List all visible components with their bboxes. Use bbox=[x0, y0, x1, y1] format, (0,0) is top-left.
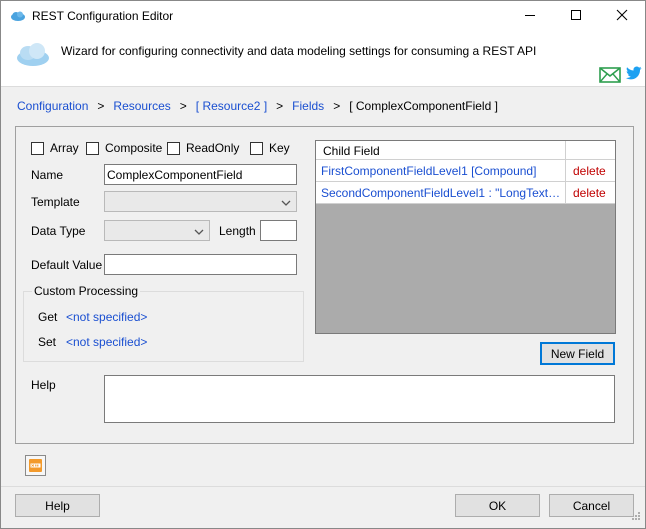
length-input[interactable] bbox=[260, 220, 297, 241]
table-row[interactable]: SecondComponentFieldLevel1 : "LongText" … bbox=[316, 182, 615, 204]
title-bar: REST Configuration Editor bbox=[1, 1, 645, 32]
readonly-checkbox[interactable]: ReadOnly bbox=[167, 141, 239, 155]
breadcrumb-separator: > bbox=[97, 99, 105, 113]
table-row[interactable]: FirstComponentFieldLevel1 [Compound] del… bbox=[316, 160, 615, 182]
footer-divider bbox=[1, 486, 645, 487]
delete-link[interactable]: delete bbox=[573, 164, 606, 178]
mail-icon[interactable] bbox=[599, 67, 621, 86]
close-icon bbox=[616, 9, 628, 24]
resize-grip-icon[interactable] bbox=[631, 510, 641, 524]
cloud-logo-icon bbox=[15, 40, 51, 71]
key-label: Key bbox=[269, 141, 290, 155]
column-divider bbox=[565, 141, 566, 160]
close-button[interactable] bbox=[599, 1, 645, 32]
set-link[interactable]: <not specified> bbox=[66, 335, 147, 349]
array-checkbox[interactable]: Array bbox=[31, 141, 79, 155]
data-type-label: Data Type bbox=[31, 224, 86, 238]
breadcrumb-fields[interactable]: Fields bbox=[292, 99, 324, 113]
breadcrumb-separator: > bbox=[179, 99, 187, 113]
grid-header: Child Field bbox=[316, 141, 615, 160]
name-label: Name bbox=[31, 168, 64, 182]
dialog-window: REST Configuration Editor Wizard for con… bbox=[0, 0, 646, 529]
key-checkbox[interactable]: Key bbox=[250, 141, 290, 155]
child-field-link[interactable]: SecondComponentFieldLevel1 : "LongText" … bbox=[321, 186, 561, 200]
chevron-down-icon bbox=[194, 226, 204, 240]
breadcrumb-separator: > bbox=[276, 99, 284, 113]
ok-button[interactable]: OK bbox=[455, 494, 540, 517]
help-text-label: Help bbox=[31, 378, 56, 392]
cloud-icon bbox=[10, 10, 26, 22]
breadcrumb: Configuration > Resources > [ Resource2 ] > Fi… bbox=[17, 99, 498, 113]
name-input[interactable]: ComplexComponentField bbox=[104, 164, 297, 185]
data-type-dropdown[interactable] bbox=[104, 220, 210, 241]
readonly-label: ReadOnly bbox=[186, 141, 240, 155]
custom-processing-group: Custom Processing Get <not specified> Se… bbox=[23, 284, 304, 362]
composite-checkbox-box[interactable] bbox=[86, 141, 99, 155]
minimize-icon bbox=[524, 9, 536, 24]
set-label: Set bbox=[38, 335, 57, 349]
delete-link[interactable]: delete bbox=[573, 186, 606, 200]
composite-checkbox[interactable]: Composite bbox=[86, 141, 162, 155]
template-label: Template bbox=[31, 195, 80, 209]
help-button[interactable]: Help bbox=[15, 494, 100, 517]
window-title: REST Configuration Editor bbox=[32, 9, 174, 23]
breadcrumb-current: [ ComplexComponentField ] bbox=[349, 99, 498, 113]
get-label: Get bbox=[38, 310, 58, 324]
wizard-header: Wizard for configuring connectivity and … bbox=[1, 32, 645, 87]
child-field-link[interactable]: FirstComponentFieldLevel1 [Compound] bbox=[321, 164, 561, 178]
default-value-input[interactable] bbox=[104, 254, 297, 275]
composite-label: Composite bbox=[105, 141, 163, 155]
new-field-button[interactable]: New Field bbox=[540, 342, 615, 365]
wizard-description: Wizard for configuring connectivity and … bbox=[61, 44, 537, 58]
breadcrumb-configuration[interactable]: Configuration bbox=[17, 99, 88, 113]
help-text-area[interactable] bbox=[104, 375, 615, 423]
maximize-icon bbox=[570, 9, 582, 24]
default-value-label: Default Value bbox=[31, 258, 103, 272]
child-field-column-header: Child Field bbox=[323, 144, 380, 158]
get-link[interactable]: <not specified> bbox=[66, 310, 147, 324]
array-checkbox-box[interactable] bbox=[31, 141, 44, 155]
maximize-button[interactable] bbox=[553, 1, 599, 32]
column-divider bbox=[565, 160, 566, 182]
breadcrumb-resources[interactable]: Resources bbox=[113, 99, 170, 113]
custom-processing-title: Custom Processing bbox=[32, 284, 141, 298]
template-dropdown[interactable] bbox=[104, 191, 297, 212]
twitter-icon[interactable] bbox=[626, 66, 642, 83]
xml-icon[interactable] bbox=[25, 455, 46, 476]
chevron-down-icon bbox=[281, 197, 291, 211]
array-label: Array bbox=[50, 141, 79, 155]
column-divider bbox=[565, 182, 566, 204]
child-field-grid[interactable]: Child Field FirstComponentFieldLevel1 [C… bbox=[315, 140, 616, 334]
length-label: Length bbox=[219, 224, 256, 238]
minimize-button[interactable] bbox=[507, 1, 553, 32]
key-checkbox-box[interactable] bbox=[250, 141, 263, 155]
breadcrumb-resource2[interactable]: [ Resource2 ] bbox=[196, 99, 267, 113]
cancel-button[interactable]: Cancel bbox=[549, 494, 634, 517]
breadcrumb-separator: > bbox=[333, 99, 341, 113]
readonly-checkbox-box[interactable] bbox=[167, 141, 180, 155]
